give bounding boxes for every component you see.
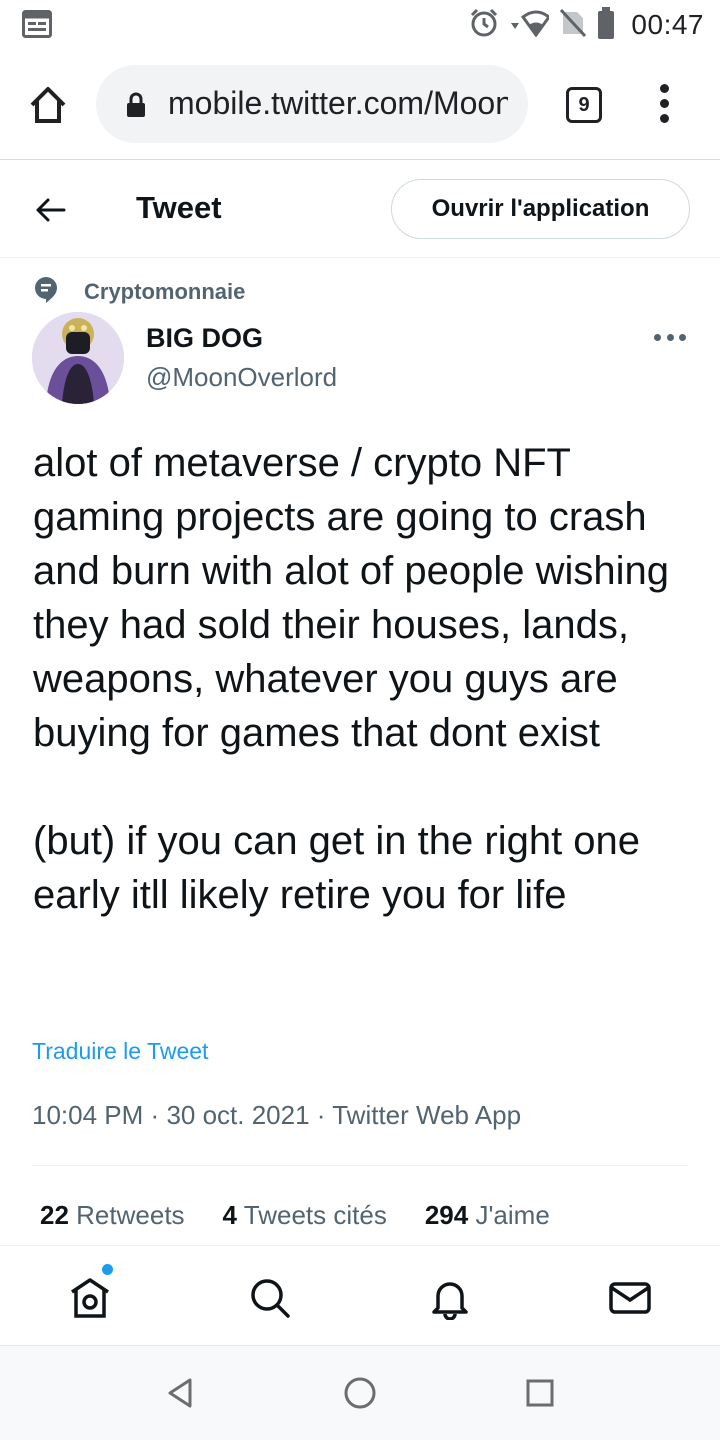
tweet-date[interactable]: 30 oct. 2021 bbox=[166, 1100, 309, 1130]
system-navigation-bar bbox=[0, 1345, 720, 1440]
retweets-stat[interactable]: 22 Retweets bbox=[40, 1200, 185, 1231]
status-time: 00:47 bbox=[631, 9, 704, 40]
separator: · bbox=[316, 1100, 326, 1130]
tweet-metadata: 10:04 PM · 30 oct. 2021 · Twitter Web Ap… bbox=[32, 1100, 521, 1131]
open-app-button[interactable]: Ouvrir l'application bbox=[391, 179, 690, 239]
alarm-icon bbox=[469, 8, 499, 43]
tweet-time[interactable]: 10:04 PM bbox=[32, 1100, 143, 1130]
page-title: Tweet bbox=[136, 190, 222, 225]
tweet-paragraph: (but) if you can get in the right one ea… bbox=[33, 819, 641, 917]
no-sim-icon bbox=[559, 8, 587, 43]
home-icon[interactable] bbox=[26, 83, 70, 127]
status-bar: 00:47 bbox=[0, 0, 720, 50]
back-arrow-icon[interactable] bbox=[32, 192, 68, 228]
home-circle-icon[interactable] bbox=[343, 1376, 377, 1410]
mail-icon[interactable] bbox=[608, 1276, 652, 1320]
tweet-paragraph: alot of metaverse / crypto NFT gaming pr… bbox=[33, 441, 669, 755]
translate-link[interactable]: Traduire le Tweet bbox=[32, 1038, 208, 1065]
tweet-text: alot of metaverse / crypto NFT gaming pr… bbox=[33, 436, 693, 922]
bottom-tab-bar bbox=[0, 1245, 720, 1345]
likes-stat[interactable]: 294 J'aime bbox=[425, 1200, 550, 1231]
search-icon[interactable] bbox=[248, 1276, 292, 1320]
tweet-stats: 22 Retweets 4 Tweets cités 294 J'aime bbox=[40, 1200, 550, 1231]
topic-label: Cryptomonnaie bbox=[84, 279, 246, 304]
home-tab-icon[interactable] bbox=[68, 1276, 112, 1320]
lock-icon bbox=[126, 92, 146, 123]
tweet-header: Tweet Ouvrir l'application bbox=[0, 160, 720, 258]
back-triangle-icon[interactable] bbox=[164, 1376, 198, 1410]
address-bar[interactable]: mobile.twitter.com/MoonOverlord bbox=[96, 65, 528, 143]
recents-square-icon[interactable] bbox=[523, 1376, 557, 1410]
url-text: mobile.twitter.com/MoonOverlord bbox=[168, 85, 508, 121]
topic-row[interactable]: Cryptomonnaie bbox=[34, 276, 245, 308]
wifi-icon bbox=[509, 9, 552, 42]
more-horizontal-icon[interactable] bbox=[654, 330, 686, 344]
bell-icon[interactable] bbox=[428, 1276, 472, 1321]
divider bbox=[32, 1165, 688, 1166]
calendar-icon bbox=[22, 10, 52, 43]
avatar[interactable] bbox=[32, 312, 124, 404]
tweet-source: Twitter Web App bbox=[332, 1100, 522, 1130]
author-handle[interactable]: @MoonOverlord bbox=[146, 362, 337, 393]
battery-icon bbox=[597, 6, 615, 44]
topic-icon bbox=[34, 276, 58, 309]
tab-switcher-button[interactable]: 9 bbox=[566, 87, 602, 123]
browser-toolbar: mobile.twitter.com/MoonOverlord 9 bbox=[0, 50, 720, 160]
quotes-stat[interactable]: 4 Tweets cités bbox=[223, 1200, 387, 1231]
separator: · bbox=[150, 1100, 160, 1130]
more-vert-icon[interactable] bbox=[652, 84, 676, 126]
author-name[interactable]: BIG DOG bbox=[146, 323, 263, 354]
notification-dot bbox=[102, 1264, 113, 1275]
